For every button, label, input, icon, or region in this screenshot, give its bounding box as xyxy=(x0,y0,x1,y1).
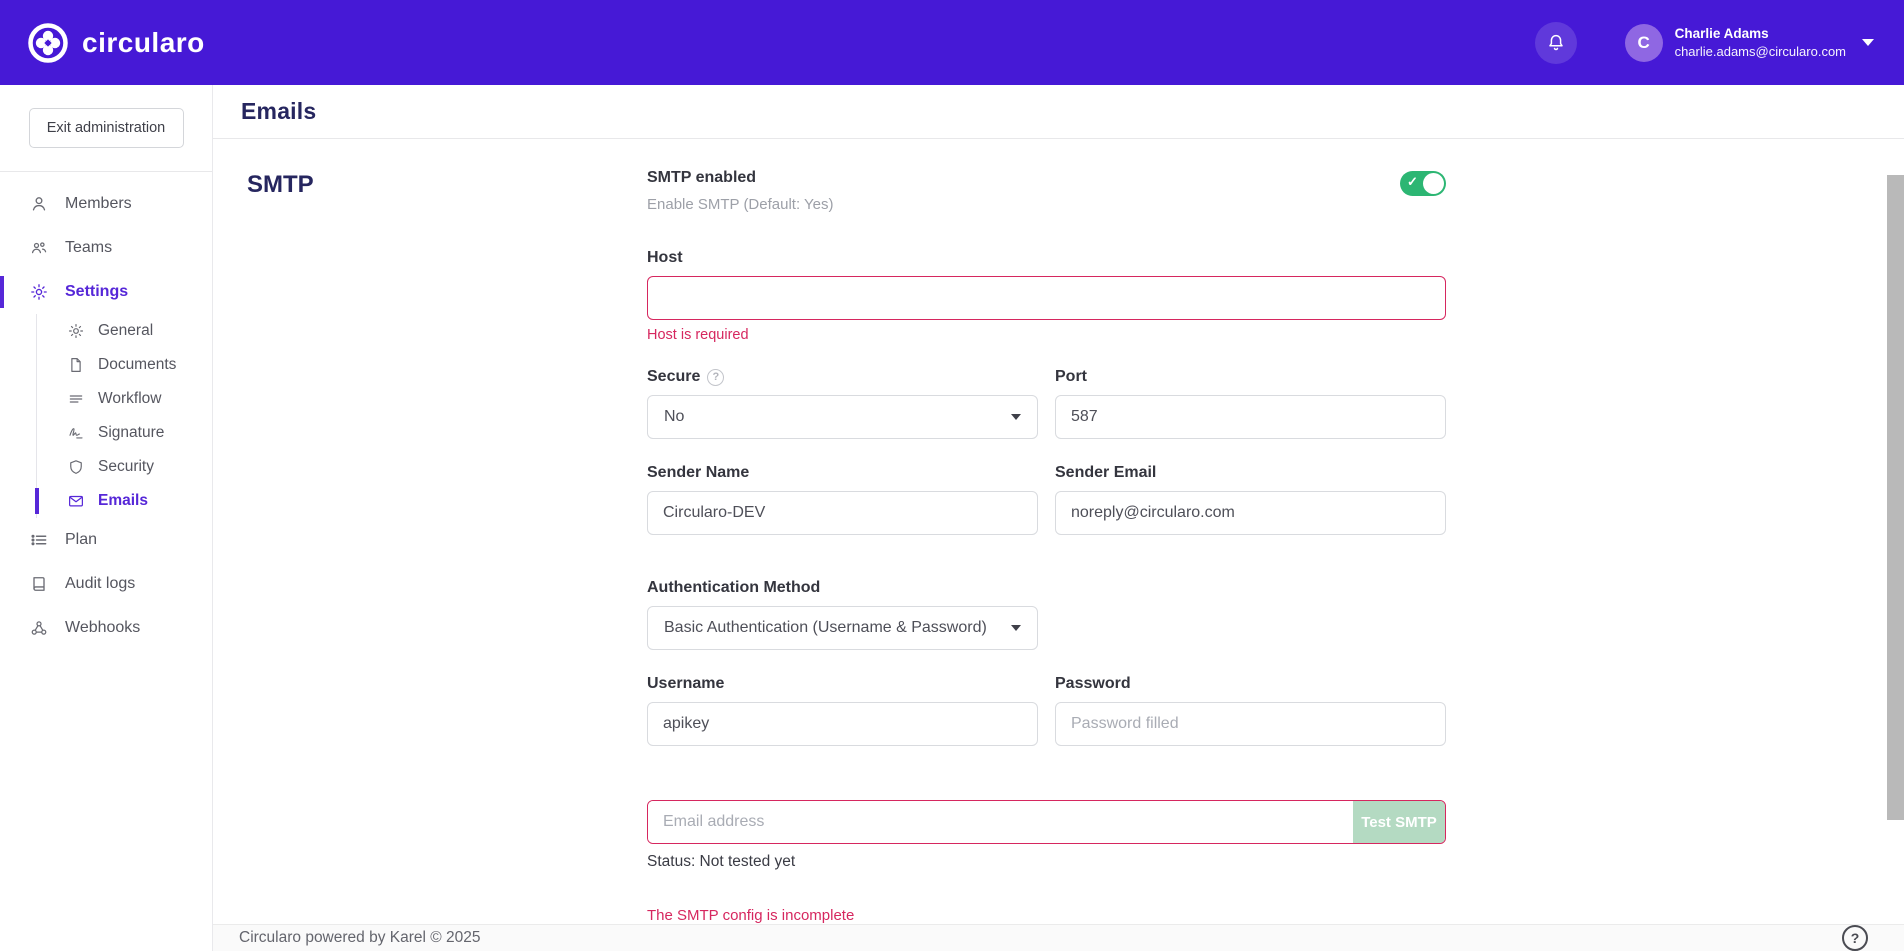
sidebar-item-members[interactable]: Members xyxy=(0,182,212,226)
smtp-enabled-toggle[interactable]: ✓ xyxy=(1400,171,1446,196)
avatar: C xyxy=(1625,24,1663,62)
list-icon xyxy=(28,529,50,551)
sidebar-item-label: Teams xyxy=(65,239,112,257)
sidebar-item-teams[interactable]: Teams xyxy=(0,226,212,270)
sidebar-item-label: Documents xyxy=(98,356,176,374)
sidebar-item-general[interactable]: General xyxy=(37,314,212,348)
sidebar-item-label: Settings xyxy=(65,283,128,301)
user-email: charlie.adams@circularo.com xyxy=(1675,43,1846,61)
exit-administration-button[interactable]: Exit administration xyxy=(29,108,184,148)
port-label: Port xyxy=(1055,368,1446,386)
gear-icon xyxy=(66,322,85,341)
help-icon[interactable]: ? xyxy=(707,369,724,386)
password-input[interactable] xyxy=(1055,702,1446,746)
sidebar-item-documents[interactable]: Documents xyxy=(37,348,212,382)
check-icon: ✓ xyxy=(1407,174,1418,190)
sidebar-item-label: Emails xyxy=(98,492,148,510)
logo-wordmark: circularo xyxy=(82,27,205,59)
sidebar-item-workflow[interactable]: Workflow xyxy=(37,382,212,416)
host-label: Host xyxy=(647,249,1446,267)
help-icon[interactable]: ? xyxy=(1842,925,1868,951)
signature-icon xyxy=(66,424,85,443)
smtp-settings-card: SMTP SMTP enabled Enable SMTP (Default: … xyxy=(213,139,1904,924)
sidebar-item-emails[interactable]: Emails xyxy=(37,484,212,518)
smtp-config-error: The SMTP config is incomplete xyxy=(647,907,1446,924)
username-label: Username xyxy=(647,675,1038,693)
username-input[interactable] xyxy=(647,702,1038,746)
secure-label: Secure ? xyxy=(647,368,1038,386)
auth-method-select[interactable]: Basic Authentication (Username & Passwor… xyxy=(647,606,1038,650)
settings-submenu: General Documents xyxy=(36,314,212,518)
sidebar-item-label: Signature xyxy=(98,424,164,442)
auth-method-label: Authentication Method xyxy=(647,579,1038,597)
chevron-down-icon xyxy=(1011,414,1021,420)
chevron-down-icon xyxy=(1862,39,1874,46)
sender-email-input[interactable] xyxy=(1055,491,1446,535)
host-input[interactable] xyxy=(647,276,1446,320)
active-indicator xyxy=(0,276,4,308)
toggle-knob xyxy=(1423,173,1444,194)
active-indicator xyxy=(35,488,39,514)
auth-method-value: Basic Authentication (Username & Passwor… xyxy=(664,619,987,637)
sidebar-item-label: Security xyxy=(98,458,154,476)
smtp-section-title: SMTP xyxy=(247,169,647,924)
password-label: Password xyxy=(1055,675,1446,693)
test-smtp-button[interactable]: Test SMTP xyxy=(1353,801,1445,843)
envelope-icon xyxy=(66,492,85,511)
sidebar-item-webhooks[interactable]: Webhooks xyxy=(0,606,212,650)
lines-icon xyxy=(66,390,85,409)
sidebar-item-label: Plan xyxy=(65,531,97,549)
circularo-logo[interactable]: circularo xyxy=(26,21,205,65)
test-smtp-group: Test SMTP xyxy=(647,800,1446,844)
app-header: circularo C Charlie Adams charlie.adams@… xyxy=(0,0,1904,85)
sender-name-label: Sender Name xyxy=(647,464,1038,482)
footer-text: Circularo powered by Karel © 2025 xyxy=(239,929,480,947)
sidebar-item-security[interactable]: Security xyxy=(37,450,212,484)
gear-icon xyxy=(28,281,50,303)
book-icon xyxy=(28,573,50,595)
page-title: Emails xyxy=(241,98,316,125)
sidebar-item-label: Workflow xyxy=(98,390,161,408)
port-input[interactable] xyxy=(1055,395,1446,439)
sender-name-input[interactable] xyxy=(647,491,1038,535)
user-name: Charlie Adams xyxy=(1675,25,1846,43)
sidebar-item-plan[interactable]: Plan xyxy=(0,518,212,562)
circularo-logo-icon xyxy=(26,21,70,65)
host-error: Host is required xyxy=(647,327,1446,343)
test-email-input[interactable] xyxy=(648,801,1353,843)
sidebar-item-signature[interactable]: Signature xyxy=(37,416,212,450)
sidebar-item-label: General xyxy=(98,322,153,340)
sender-email-label: Sender Email xyxy=(1055,464,1446,482)
sidebar-item-audit-logs[interactable]: Audit logs xyxy=(0,562,212,606)
smtp-enabled-hint: Enable SMTP (Default: Yes) xyxy=(647,196,834,213)
secure-select-value: No xyxy=(664,408,684,426)
sidebar-item-label: Webhooks xyxy=(65,619,140,637)
vertical-scrollbar xyxy=(1887,175,1904,910)
shield-icon xyxy=(66,458,85,477)
sidebar-item-settings[interactable]: Settings xyxy=(0,270,212,314)
sidebar-item-label: Audit logs xyxy=(65,575,135,593)
webhook-icon xyxy=(28,617,50,639)
user-menu[interactable]: C Charlie Adams charlie.adams@circularo.… xyxy=(1625,24,1874,62)
admin-sidebar: Exit administration Members Team xyxy=(0,85,213,951)
sidebar-nav: Members Teams xyxy=(0,172,212,650)
secure-select[interactable]: No xyxy=(647,395,1038,439)
sidebar-item-label: Members xyxy=(65,195,132,213)
chevron-down-icon xyxy=(1011,625,1021,631)
person-icon xyxy=(28,193,50,215)
bell-icon xyxy=(1545,32,1567,54)
smtp-enabled-label: SMTP enabled xyxy=(647,169,834,187)
file-icon xyxy=(66,356,85,375)
scrollbar-thumb[interactable] xyxy=(1887,175,1904,820)
smtp-test-status: Status: Not tested yet xyxy=(647,853,1446,871)
people-icon xyxy=(28,237,50,259)
notifications-button[interactable] xyxy=(1535,22,1577,64)
footer: Circularo powered by Karel © 2025 ? xyxy=(213,924,1904,951)
